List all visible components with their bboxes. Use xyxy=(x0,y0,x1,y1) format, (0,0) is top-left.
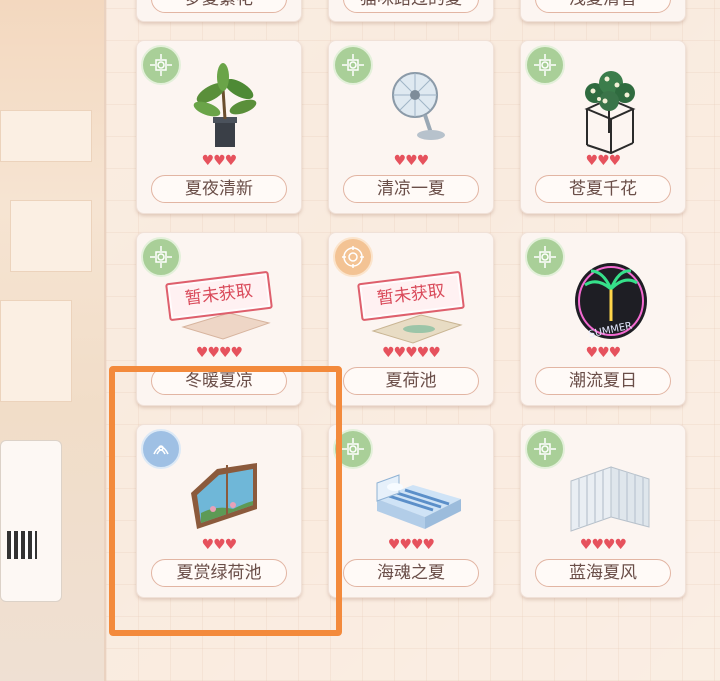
card-name: 蓝海夏风 xyxy=(535,559,671,587)
background-room-scene xyxy=(0,0,105,681)
rating-hearts: ♥♥♥♥ xyxy=(195,345,243,361)
card-name: 清凉一夏 xyxy=(343,175,479,203)
rating-hearts: ♥♥♥ xyxy=(585,153,622,169)
selection-highlight-frame xyxy=(109,366,342,636)
card-name: 浅夏清香 xyxy=(535,0,671,13)
rating-hearts: ♥♥♥♥ xyxy=(579,537,627,553)
desk-fan-icon xyxy=(392,72,445,140)
card-name: 夏夜清新 xyxy=(151,175,287,203)
folding-screen-icon xyxy=(570,466,650,532)
striped-bed-icon xyxy=(376,474,461,529)
rating-hearts: ♥♥♥ xyxy=(585,345,622,361)
orange-rarity-badge-icon xyxy=(333,237,373,277)
rating-hearts: ♥♥♥ xyxy=(201,153,238,169)
rating-hearts: ♥♥♥♥ xyxy=(387,537,435,553)
card-name: 海魂之夏 xyxy=(343,559,479,587)
green-rarity-badge-icon xyxy=(525,237,565,277)
card-name: 苍夏千花 xyxy=(535,175,671,203)
furniture-card-ocean-summer[interactable]: ♥♥♥♥ 海魂之夏 xyxy=(328,424,494,598)
furniture-card-summer-pond[interactable]: 暂未获取 ♥♥♥♥♥ 夏荷池 xyxy=(328,232,494,406)
furniture-card-blue-sea-breeze[interactable]: ♥♥♥♥ 蓝海夏风 xyxy=(520,424,686,598)
background-shelf xyxy=(0,110,92,162)
green-rarity-badge-icon xyxy=(141,45,181,85)
green-rarity-badge-icon xyxy=(525,45,565,85)
background-cabinet xyxy=(0,300,72,402)
background-table xyxy=(10,200,92,272)
green-rarity-badge-icon xyxy=(525,429,565,469)
green-rarity-badge-icon xyxy=(333,45,373,85)
card-name: 夏荷池 xyxy=(343,367,479,395)
flower-shelf-icon xyxy=(584,71,636,155)
background-piano xyxy=(0,440,62,602)
furniture-card-summer-night[interactable]: ♥♥♥ 夏夜清新 xyxy=(136,40,302,214)
summer-neon-sign-icon: SUMMER xyxy=(575,263,647,341)
furniture-card[interactable]: 浅夏清香 xyxy=(520,0,686,22)
furniture-card-cool-summer[interactable]: ♥♥♥ 清凉一夏 xyxy=(328,40,494,214)
card-name: 潮流夏日 xyxy=(535,367,671,395)
rating-hearts: ♥♥♥ xyxy=(393,153,430,169)
piano-keys xyxy=(7,531,37,559)
potted-plant-icon xyxy=(193,63,257,147)
green-rarity-badge-icon xyxy=(141,237,181,277)
furniture-card-summer-flowers[interactable]: ♥♥♥ 苍夏千花 xyxy=(520,40,686,214)
furniture-card[interactable]: 梦夏繁花 xyxy=(136,0,302,22)
rating-hearts: ♥♥♥♥♥ xyxy=(382,345,441,361)
furniture-card-trendy-summer[interactable]: SUMMER ♥♥♥ 潮流夏日 xyxy=(520,232,686,406)
card-name: 梦夏繁花 xyxy=(151,0,287,13)
furniture-card[interactable]: 猫咪路过的夏 xyxy=(328,0,494,22)
card-name: 猫咪路过的夏 xyxy=(343,0,479,13)
